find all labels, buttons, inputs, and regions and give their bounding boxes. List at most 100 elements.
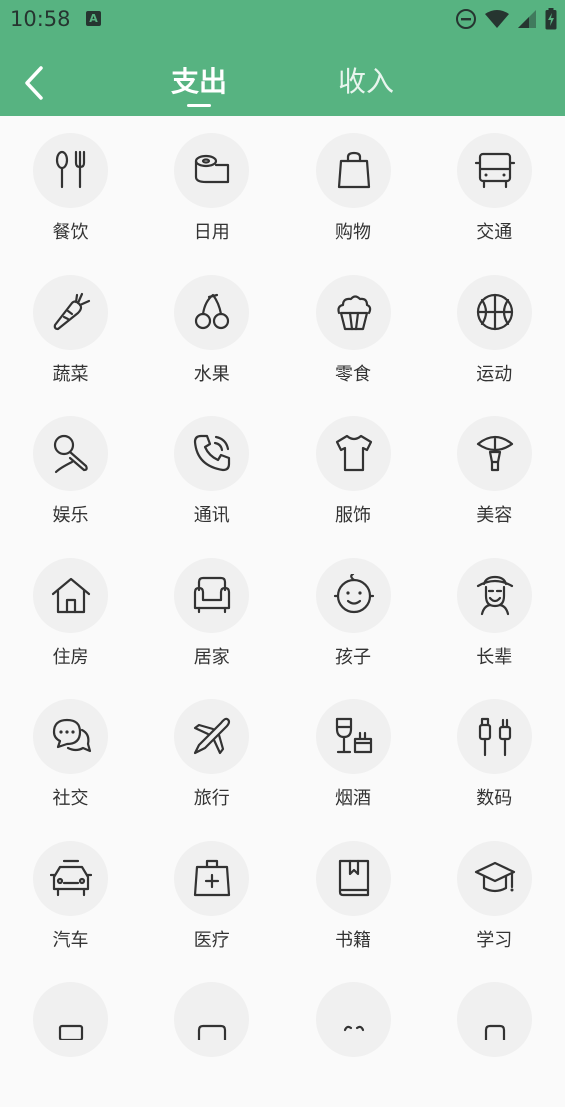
category-icon-circle [33,840,108,916]
bus-icon [474,152,515,189]
category-label: 日用 [193,222,230,243]
status-time: 10:58 [10,7,71,31]
more-icon-4 [484,1024,505,1040]
category-label: 交通 [476,222,513,243]
category-item[interactable]: 烟酒 [283,682,424,824]
category-label: 书籍 [335,929,371,951]
category-item[interactable]: 通讯 [141,399,282,541]
more-icon-2 [198,1024,227,1040]
category-item[interactable]: 长辈 [424,541,565,683]
airplane-icon [194,717,231,755]
cupcake-icon [336,294,371,330]
category-label: 水果 [193,363,230,385]
category-icon-circle [456,982,532,1057]
category-label: 购物 [335,222,371,243]
category-item[interactable]: 零食 [283,258,424,400]
category-item[interactable]: 住房 [0,541,141,683]
tab-income[interactable]: 收入 [338,60,394,100]
category-item[interactable]: 书籍 [283,824,424,966]
battery-icon [545,8,557,30]
category-icon-circle [315,557,391,633]
category-item[interactable]: 社交 [0,682,141,824]
phone-icon [194,434,231,472]
active-tab-indicator [187,104,211,107]
category-label: 长辈 [476,646,513,668]
category-item[interactable]: 数码 [424,682,565,824]
category-label: 社交 [52,788,89,809]
category-label: 汽车 [52,929,89,951]
category-label: 餐饮 [52,222,89,243]
category-item[interactable]: 服饰 [283,399,424,541]
shopping-bag-icon [337,151,370,189]
category-item[interactable] [141,965,282,1107]
category-label: 医疗 [193,929,230,951]
tshirt-icon [335,434,372,472]
category-label: 美容 [476,505,513,526]
medical-kit-icon [194,859,231,896]
utensils-icon [55,150,86,189]
makeup-brush-icon [476,435,513,472]
category-item[interactable]: 水果 [141,258,282,400]
category-icon-circle [33,982,108,1057]
category-item[interactable]: 学习 [424,824,565,966]
category-icon-circle [33,699,108,774]
tissue-roll-icon [195,154,230,184]
tab-expense[interactable]: 支出 [171,60,227,100]
category-item[interactable]: 居家 [141,541,282,683]
wine-cigarette-icon [335,717,372,754]
category-item[interactable]: 交通 [424,116,565,258]
category-icon-circle [174,416,250,491]
category-icon-circle [456,133,532,208]
category-item[interactable]: 购物 [283,116,424,258]
category-item[interactable]: 孩子 [283,541,424,683]
category-item[interactable]: 医疗 [141,824,282,966]
wifi-icon [485,10,509,28]
status-bar: 10:58 A [0,0,565,40]
carrot-icon [53,292,91,330]
category-label: 蔬菜 [52,363,89,385]
category-item[interactable]: 娱乐 [0,399,141,541]
usb-plug-icon [478,717,511,757]
signal-icon [518,10,536,28]
category-label: 孩子 [335,646,371,668]
category-icon-circle [174,557,250,633]
notification-a-icon: A [86,11,101,26]
category-icon-circle [174,699,250,774]
more-icon-3 [343,1025,364,1032]
category-item[interactable]: 运动 [424,258,565,400]
category-icon-circle [315,982,391,1057]
category-icon-circle [174,133,250,208]
category-label: 居家 [193,646,230,668]
back-arrow-icon[interactable] [16,62,52,104]
category-item[interactable] [283,965,424,1107]
elder-icon [476,575,513,615]
category-item[interactable] [424,965,565,1107]
microphone-icon [53,434,88,474]
category-icon-circle [456,557,532,633]
category-label: 数码 [476,788,513,809]
dnd-icon [456,9,476,29]
category-item[interactable] [0,965,141,1107]
category-icon-circle [174,982,250,1057]
book-icon [338,859,369,896]
category-item[interactable]: 日用 [141,116,282,258]
chat-icon [52,718,92,753]
category-icon-circle [456,416,532,491]
category-icon-circle [456,274,532,350]
category-item[interactable]: 美容 [424,399,565,541]
category-icon-circle [174,840,250,916]
car-icon [50,859,92,896]
baby-icon [333,573,374,613]
basketball-icon [476,293,513,330]
category-icon-circle [33,274,108,350]
graduation-cap-icon [474,861,515,892]
house-icon [51,577,91,613]
category-item[interactable]: 蔬菜 [0,258,141,400]
category-icon-circle [33,416,108,491]
category-item[interactable]: 汽车 [0,824,141,966]
category-item[interactable]: 餐饮 [0,116,141,258]
category-label: 学习 [476,929,513,951]
category-item[interactable]: 旅行 [141,682,282,824]
category-icon-circle [33,557,108,633]
app-bar: 支出 收入 [0,40,565,116]
